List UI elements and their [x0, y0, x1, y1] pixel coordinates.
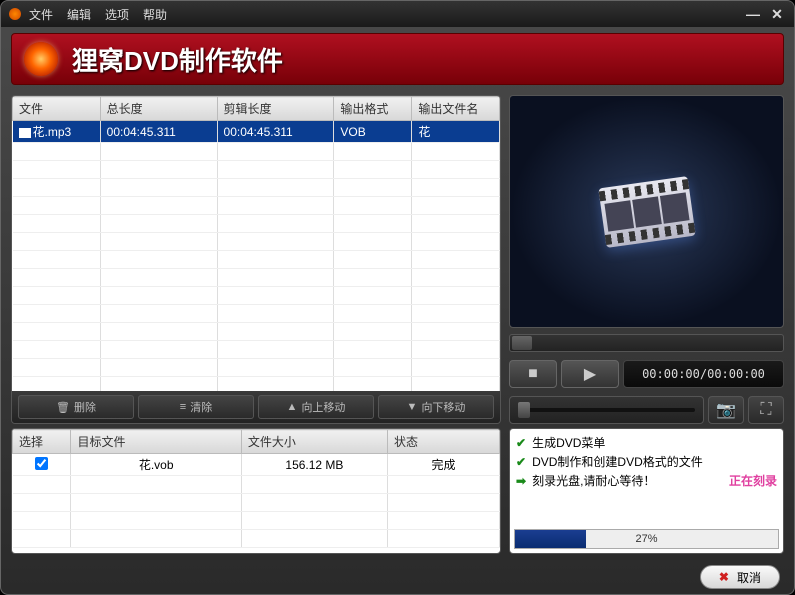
output-table[interactable]: 选择 目标文件 文件大小 状态 花.vob 156.12 MB 完成 [12, 429, 500, 548]
close-button[interactable]: ✕ [768, 5, 786, 23]
clear-button[interactable]: ≡清除 [138, 395, 254, 419]
cancel-button[interactable]: ✖ 取消 [700, 565, 780, 589]
arrow-right-icon: ➡ [516, 474, 526, 488]
menu-help[interactable]: 帮助 [143, 6, 167, 23]
minimize-button[interactable]: — [744, 5, 762, 23]
cancel-label: 取消 [737, 569, 761, 586]
media-icon [19, 128, 31, 138]
expand-icon: ⛶ [760, 401, 771, 419]
title-bar: 文件 编辑 选项 帮助 — ✕ [1, 1, 794, 27]
snapshot-button[interactable]: 📷 [708, 396, 744, 424]
time-display: 00:00:00/00:00:00 [623, 360, 784, 388]
cell-output-name: 花 [412, 121, 500, 143]
arrow-down-icon: ▼ [407, 401, 418, 413]
cell-file: 花.mp3 [33, 125, 72, 139]
volume-slider[interactable] [509, 396, 704, 424]
app-title: 狸窝DVD制作软件 [72, 41, 283, 78]
stop-icon: ■ [528, 365, 538, 383]
file-toolbar: 🗑删除 ≡清除 ▲向上移动 ▼向下移动 [12, 391, 500, 423]
cancel-x-icon: ✖ [719, 570, 729, 584]
output-table-pane: 选择 目标文件 文件大小 状态 花.vob 156.12 MB 完成 [11, 428, 501, 554]
table-row[interactable]: 花.vob 156.12 MB 完成 [13, 454, 500, 476]
row-checkbox[interactable] [35, 457, 48, 470]
app-icon [9, 8, 21, 20]
cell-size: 156.12 MB [241, 454, 387, 476]
delete-button[interactable]: 🗑删除 [18, 395, 134, 419]
seek-bar[interactable] [509, 334, 784, 352]
col-output-name[interactable]: 输出文件名 [412, 97, 500, 121]
fullscreen-button[interactable]: ⛶ [748, 396, 784, 424]
seek-knob[interactable] [512, 336, 532, 350]
status-panel: ✔ 生成DVD菜单 ✔ DVD制作和创建DVD格式的文件 ➡ 刻录光盘,请耐心等待！ 正… [509, 428, 784, 554]
col-clip-length[interactable]: 剪辑长度 [217, 97, 334, 121]
banner: 狸窝DVD制作软件 [11, 33, 784, 85]
col-status[interactable]: 状态 [387, 430, 499, 454]
cell-target: 花.vob [71, 454, 241, 476]
film-icon [598, 176, 695, 248]
check-icon: ✔ [516, 455, 526, 469]
cell-output-format: VOB [334, 121, 412, 143]
move-up-button[interactable]: ▲向上移动 [258, 395, 374, 419]
check-icon: ✔ [516, 436, 526, 450]
stop-button[interactable]: ■ [509, 360, 557, 388]
clear-icon: ≡ [180, 401, 186, 413]
progress-bar: 27% [514, 529, 779, 549]
footer: ✖ 取消 [1, 560, 794, 594]
cell-status: 完成 [387, 454, 499, 476]
table-row[interactable]: 花.mp3 00:04:45.311 00:04:45.311 VOB 花 [13, 121, 500, 143]
progress-text: 27% [515, 530, 778, 548]
menu-edit[interactable]: 编辑 [67, 6, 91, 23]
col-target[interactable]: 目标文件 [71, 430, 241, 454]
status-text-1: 生成DVD菜单 [532, 434, 605, 451]
col-total-length[interactable]: 总长度 [100, 97, 217, 121]
status-burning: 正在刻录 [729, 472, 777, 489]
slider-knob[interactable] [518, 402, 530, 418]
play-button[interactable]: ▶ [561, 360, 619, 388]
video-preview[interactable] [509, 95, 784, 328]
status-text-2: DVD制作和创建DVD格式的文件 [532, 453, 703, 470]
col-size[interactable]: 文件大小 [241, 430, 387, 454]
delete-icon: 🗑 [56, 401, 70, 414]
app-logo [24, 42, 58, 76]
menu-file[interactable]: 文件 [29, 6, 53, 23]
col-output-format[interactable]: 输出格式 [334, 97, 412, 121]
status-text-3: 刻录光盘,请耐心等待！ [532, 472, 655, 489]
file-list-pane: 文件 总长度 剪辑长度 输出格式 输出文件名 花.mp3 00:04:45.31… [11, 95, 501, 424]
menu-options[interactable]: 选项 [105, 6, 129, 23]
cell-clip-length: 00:04:45.311 [217, 121, 334, 143]
cell-total-length: 00:04:45.311 [100, 121, 217, 143]
preview-pane: ■ ▶ 00:00:00/00:00:00 📷 ⛶ [509, 95, 784, 424]
col-file[interactable]: 文件 [13, 97, 101, 121]
file-table[interactable]: 文件 总长度 剪辑长度 输出格式 输出文件名 花.mp3 00:04:45.31… [12, 96, 500, 391]
arrow-up-icon: ▲ [287, 401, 298, 413]
play-icon: ▶ [584, 364, 596, 384]
camera-icon: 📷 [716, 400, 736, 420]
col-select[interactable]: 选择 [13, 430, 71, 454]
move-down-button[interactable]: ▼向下移动 [378, 395, 494, 419]
